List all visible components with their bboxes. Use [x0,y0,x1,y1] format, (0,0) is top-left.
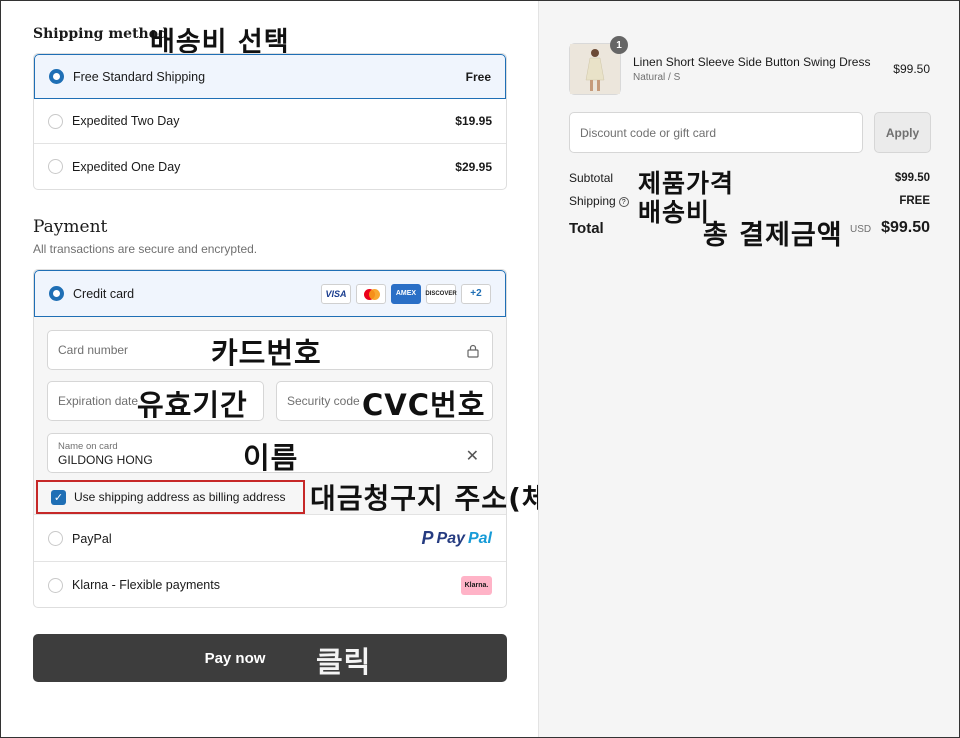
name-on-card-label: Name on card [58,441,118,452]
product-price: $99.50 [893,62,930,76]
annotation-name: 이름 [243,441,299,475]
klarna-label: Klarna - Flexible payments [72,578,220,592]
payment-subtitle: All transactions are secure and encrypte… [33,242,258,256]
card-number-placeholder: Card number [58,343,129,357]
clear-icon[interactable]: ✕ [466,446,479,466]
shipping-option-price: Free [465,69,491,84]
radio-icon[interactable] [48,113,63,129]
paypal-label: PayPal [72,531,112,546]
expiration-placeholder: Expiration date [58,394,139,408]
product-thumbnail: 1 [569,36,628,95]
product-name: Linen Short Sleeve Side Button Swing Dre… [633,55,871,69]
radio-selected-icon[interactable] [49,69,64,84]
shipping-option-two-day[interactable]: Expedited Two Day $19.95 [34,99,506,144]
billing-address-checkbox[interactable]: ✓ Use shipping address as billing addres… [36,480,305,514]
pay-now-label: Pay now [204,649,266,667]
annotation-card-number: 카드번호 [211,336,322,370]
radio-icon[interactable] [48,159,63,174]
shipping-option-price: $29.95 [455,159,492,174]
annotation-total: 총 결제금액 [703,220,843,251]
radio-icon[interactable] [48,577,63,593]
payment-option-paypal[interactable]: PayPal P Pay Pal [34,516,506,562]
amex-icon: AMEX [391,283,421,304]
credit-card-label: Credit card [73,286,135,301]
shipping-option-label: Free Standard Shipping [73,69,206,84]
payment-option-credit-card[interactable]: Credit card VISA AMEX DISCOVER +2 [34,270,506,317]
total-value: $99.50 [881,219,930,236]
checkout-form-panel: Shipping method 배송비 선택 Free Standard Shi… [0,0,608,738]
radio-selected-icon[interactable] [49,286,64,301]
paypal-logo-icon: P Pay Pal [421,528,493,548]
product-variant: Natural / S [633,72,681,83]
annotation-security-code: CVC번호 [362,388,486,422]
annotation-shipping-fee: 배송비 [638,198,711,227]
billing-checkbox-label: Use shipping address as billing address [74,490,286,504]
payment-option-klarna[interactable]: Klarna - Flexible payments Klarna. [34,562,506,607]
checkbox-checked-icon[interactable]: ✓ [51,489,66,505]
name-on-card-value: GILDONG HONG [58,453,153,467]
annotation-pay: 클릭 [316,645,372,679]
more-cards-badge[interactable]: +2 [461,283,491,304]
mastercard-icon [356,283,386,304]
discover-icon: DISCOVER [425,283,457,304]
lock-icon [467,344,479,358]
shipping-summary-label: Shipping? [569,194,629,208]
annotation-expiration: 유효기간 [137,388,248,422]
klarna-logo-icon: Klarna. [461,575,492,595]
order-summary-panel [538,0,960,738]
shipping-summary-value: FREE [899,195,930,207]
shipping-option-label: Expedited Two Day [72,114,180,128]
pay-now-button[interactable]: Pay now [33,634,507,682]
card-brand-logos: VISA AMEX DISCOVER +2 [321,283,491,304]
quantity-badge: 1 [610,36,628,54]
payment-title: Payment [33,217,108,237]
shipping-option-price: $19.95 [455,114,492,128]
help-icon[interactable]: ? [618,197,629,207]
shipping-option-one-day[interactable]: Expedited One Day $29.95 [34,144,506,189]
total-label: Total [569,220,604,237]
visa-icon: VISA [321,283,351,304]
shipping-options: Free Standard Shipping Free Expedited Tw… [33,53,507,190]
shipping-option-free[interactable]: Free Standard Shipping Free [34,54,506,99]
shipping-method-title: Shipping method [33,26,168,42]
currency-label: USD [850,224,872,235]
security-code-placeholder: Security code [287,394,360,408]
subtotal-value: $99.50 [894,172,930,184]
shipping-option-label: Expedited One Day [72,159,181,174]
radio-icon[interactable] [48,531,63,546]
discount-placeholder: Discount code or gift card [580,125,717,140]
apply-button[interactable]: Apply [874,112,931,153]
discount-code-input[interactable]: Discount code or gift card [569,112,863,153]
subtotal-label: Subtotal [569,171,614,185]
